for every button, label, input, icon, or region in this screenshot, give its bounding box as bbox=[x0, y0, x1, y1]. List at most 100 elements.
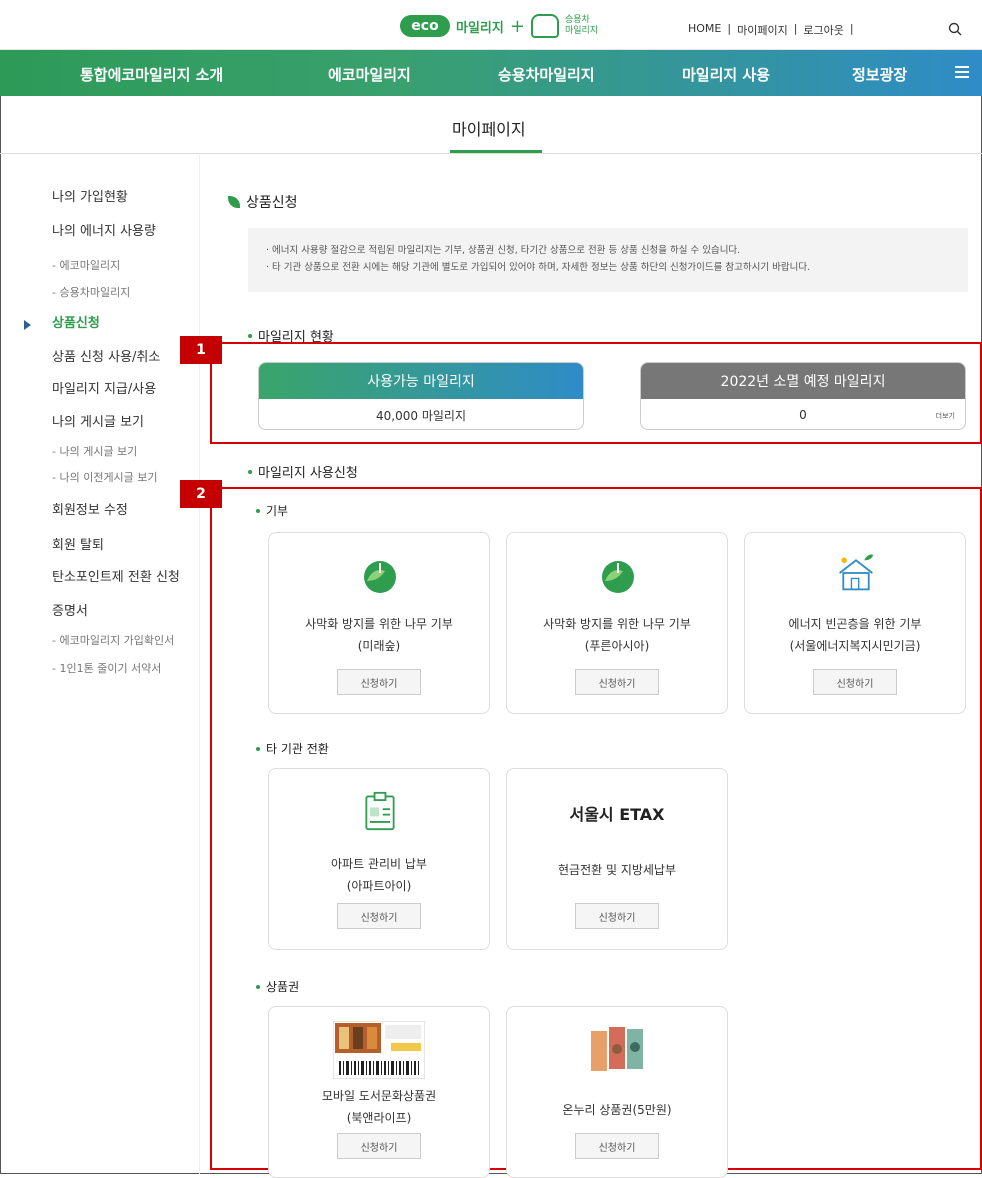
apply-button[interactable]: 신청하기 bbox=[575, 1133, 659, 1159]
card-title: 사막화 방지를 위한 나무 기부 bbox=[305, 617, 453, 631]
transfer-card: 서울시 ETAX 현금전환 및 지방세납부 신청하기 bbox=[506, 768, 728, 950]
page-section-title: 마이페이지 bbox=[452, 120, 526, 139]
card-title: 아파트 관리비 납부 bbox=[331, 857, 427, 871]
sidebar-subitem[interactable]: - 나의 게시글 보기 bbox=[52, 443, 137, 459]
sub-header: 마이페이지 bbox=[0, 96, 982, 154]
active-arrow-icon bbox=[24, 320, 31, 330]
apply-button[interactable]: 신청하기 bbox=[575, 669, 659, 695]
menu-icon[interactable] bbox=[955, 66, 969, 78]
apply-title-text: 마일리지 사용신청 bbox=[258, 466, 358, 481]
search-icon[interactable] bbox=[948, 22, 962, 36]
mileage-logo-text: 마일리지 bbox=[456, 20, 504, 36]
expire-mileage-box: 2022년 소멸 예정 마일리지 0 더보기 bbox=[640, 362, 966, 430]
link-separator: | bbox=[793, 22, 798, 35]
available-mileage-box: 사용가능 마일리지 40,000 마일리지 bbox=[258, 362, 584, 430]
top-links: HOME | 마이페이지 | 로그아웃 | bbox=[688, 22, 854, 38]
sidebar-item[interactable]: 마일리지 지급/사용 bbox=[52, 378, 156, 397]
etax-title: 서울시 ETAX bbox=[569, 805, 665, 824]
book-voucher-image bbox=[333, 1021, 425, 1079]
home-link[interactable]: HOME bbox=[688, 22, 721, 38]
link-separator: | bbox=[849, 22, 854, 35]
clipboard-icon bbox=[365, 791, 395, 831]
page-title: 상품신청 bbox=[228, 192, 298, 212]
expire-mileage-value: 0 bbox=[799, 408, 807, 422]
logout-link[interactable]: 로그아웃 bbox=[803, 22, 843, 38]
card-title: 모바일 도서문화상품권 bbox=[321, 1089, 437, 1103]
sidebar-subitem[interactable]: - 에코마일리지 bbox=[52, 257, 120, 273]
main-nav: 통합에코마일리지 소개 에코마일리지 승용차마일리지 마일리지 사용 정보광장 bbox=[0, 50, 982, 96]
nav-item-eco-mileage[interactable]: 에코마일리지 bbox=[328, 64, 411, 85]
donation-card: 에너지 빈곤층을 위한 기부 (서울에너지복지시민기금) 신청하기 bbox=[744, 532, 966, 714]
apply-button[interactable]: 신청하기 bbox=[575, 903, 659, 929]
sidebar-item[interactable]: 나의 가입현황 bbox=[52, 186, 128, 205]
expire-mileage-body: 0 더보기 bbox=[641, 399, 965, 429]
expire-mileage-label: 2022년 소멸 예정 마일리지 bbox=[641, 363, 965, 399]
site-logo[interactable]: eco 마일리지 + 승용차 마일리지 bbox=[400, 14, 605, 38]
bullet-icon bbox=[256, 746, 260, 751]
sidebar-item-active[interactable]: 상품신청 bbox=[52, 312, 100, 331]
earth-tree-icon bbox=[602, 561, 634, 593]
nav-item-mileage-use[interactable]: 마일리지 사용 bbox=[682, 64, 770, 85]
sidebar-subitem[interactable]: - 에코마일리지 가입확인서 bbox=[52, 632, 174, 648]
info-line: · 타 기관 상품으로 전환 시에는 해당 기관에 별도로 가입되어 있어야 하… bbox=[266, 262, 811, 273]
callout-badge-1: 1 bbox=[180, 336, 222, 364]
car-logo-line2: 마일리지 bbox=[564, 26, 599, 36]
voucher-title-text: 상품권 bbox=[266, 980, 300, 994]
card-title: 에너지 빈곤층을 위한 기부 bbox=[788, 617, 922, 631]
link-separator: | bbox=[727, 22, 732, 35]
card-subtitle: (북앤라이프) bbox=[346, 1111, 412, 1125]
donation-card: 사막화 방지를 위한 나무 기부 (미래숲) 신청하기 bbox=[268, 532, 490, 714]
sidebar-item[interactable]: 증명서 bbox=[52, 600, 88, 619]
voucher-card: 온누리 상품권(5만원) 신청하기 bbox=[506, 1006, 728, 1178]
sidebar-item[interactable]: 나의 게시글 보기 bbox=[52, 411, 144, 430]
bullet-icon bbox=[248, 333, 252, 338]
logo-plus: + bbox=[509, 15, 525, 37]
card-subtitle: (미래숲) bbox=[357, 639, 401, 653]
bullet-icon bbox=[248, 469, 252, 474]
available-mileage-value: 40,000 마일리지 bbox=[376, 408, 466, 423]
donation-title: 기부 bbox=[256, 502, 288, 519]
apply-button[interactable]: 신청하기 bbox=[337, 903, 421, 929]
sidebar-item[interactable]: 회원 탈퇴 bbox=[52, 534, 104, 553]
apply-section-title: 마일리지 사용신청 bbox=[248, 462, 358, 481]
voucher-card: 모바일 도서문화상품권 (북앤라이프) 신청하기 bbox=[268, 1006, 490, 1178]
sidebar-item[interactable]: 탄소포인트제 전환 신청 bbox=[52, 566, 180, 585]
sidebar-item[interactable]: 상품 신청 사용/취소 bbox=[52, 346, 160, 365]
more-link[interactable]: 더보기 bbox=[936, 411, 955, 421]
car-icon bbox=[530, 14, 559, 38]
card-subtitle: (푸른아시아) bbox=[584, 639, 650, 653]
card-title: 온누리 상품권(5만원) bbox=[562, 1103, 672, 1117]
sidebar-subitem[interactable]: - 나의 이전게시글 보기 bbox=[52, 469, 158, 485]
apply-button[interactable]: 신청하기 bbox=[337, 1133, 421, 1159]
car-logo-text: 승용차 마일리지 bbox=[565, 15, 605, 37]
card-subtitle: (아파트아이) bbox=[346, 879, 412, 893]
transfer-title-text: 타 기관 전환 bbox=[266, 742, 329, 756]
sidebar-subitem[interactable]: - 1인1톤 줄이기 서약서 bbox=[52, 660, 161, 676]
transfer-title: 타 기관 전환 bbox=[256, 740, 329, 757]
info-line: · 에너지 사용량 절감으로 적립된 마일리지는 기부, 상품권 신청, 타기간… bbox=[266, 245, 741, 256]
bullet-icon bbox=[256, 984, 260, 989]
sidebar-item[interactable]: 나의 에너지 사용량 bbox=[52, 220, 156, 239]
eco-logo-text: eco bbox=[400, 15, 450, 37]
nav-item-info[interactable]: 정보광장 bbox=[852, 64, 907, 85]
available-mileage-label: 사용가능 마일리지 bbox=[259, 363, 583, 399]
top-bar: eco 마일리지 + 승용차 마일리지 HOME | 마이페이지 | 로그아웃 … bbox=[0, 0, 982, 50]
earth-tree-icon bbox=[364, 561, 396, 593]
info-box: · 에너지 사용량 절감으로 적립된 마일리지는 기부, 상품권 신청, 타기간… bbox=[248, 228, 968, 292]
sidebar-item[interactable]: 회원정보 수정 bbox=[52, 499, 128, 518]
donation-title-text: 기부 bbox=[266, 504, 289, 518]
car-logo-line1: 승용차 bbox=[564, 15, 590, 25]
sidebar-subitem[interactable]: - 승용차마일리지 bbox=[52, 284, 130, 300]
nav-item-car-mileage[interactable]: 승용차마일리지 bbox=[498, 64, 595, 85]
card-title: 사막화 방지를 위한 나무 기부 bbox=[543, 617, 691, 631]
mypage-link[interactable]: 마이페이지 bbox=[737, 22, 788, 38]
leaf-icon bbox=[228, 196, 240, 208]
apply-button[interactable]: 신청하기 bbox=[337, 669, 421, 695]
apply-button[interactable]: 신청하기 bbox=[813, 669, 897, 695]
house-icon bbox=[839, 554, 874, 591]
transfer-card: 아파트 관리비 납부 (아파트아이) 신청하기 bbox=[268, 768, 490, 950]
callout-badge-2: 2 bbox=[180, 480, 222, 508]
nav-item-intro[interactable]: 통합에코마일리지 소개 bbox=[80, 64, 223, 85]
title-underline bbox=[450, 150, 542, 153]
donation-card: 사막화 방지를 위한 나무 기부 (푸른아시아) 신청하기 bbox=[506, 532, 728, 714]
